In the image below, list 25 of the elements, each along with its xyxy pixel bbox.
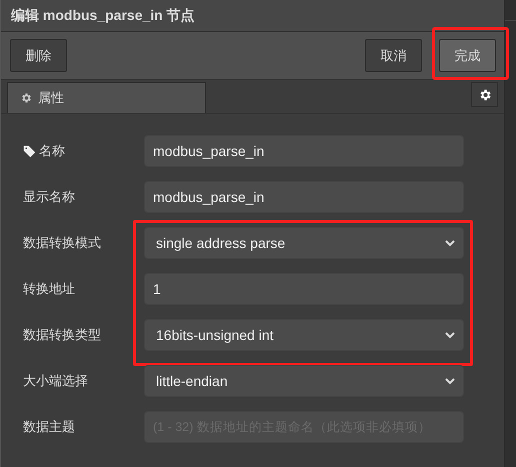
settings-icon (478, 88, 492, 102)
field-label: 数据转换模式 (23, 234, 101, 252)
input-field[interactable]: 1 (144, 273, 464, 305)
field-label: 显示名称 (23, 188, 75, 206)
select-field[interactable]: single address parse (144, 227, 464, 259)
field-label: 大小端选择 (23, 372, 88, 390)
input-field[interactable]: modbus_parse_in (144, 181, 464, 213)
settings-button[interactable] (471, 82, 498, 107)
dialog-title: 编辑 modbus_parse_in 节点 (1, 0, 504, 32)
chevron-down-icon (445, 378, 455, 384)
field-label: 数据转换类型 (23, 326, 101, 344)
field-label: 数据主题 (23, 418, 75, 436)
gear-icon (20, 92, 32, 104)
chevron-down-icon (445, 332, 455, 338)
field-label: 转换地址 (23, 280, 75, 298)
field-label: 名称 (39, 142, 65, 160)
select-field[interactable]: 16bits-unsigned int (144, 319, 464, 351)
done-button[interactable]: 完成 (439, 39, 496, 72)
toolbar-button[interactable]: 取消 (365, 39, 422, 72)
input-field[interactable]: modbus_parse_in (144, 135, 464, 167)
tab[interactable]: 属性 (7, 82, 206, 113)
chevron-down-icon (445, 240, 455, 246)
toolbar-button[interactable]: 删除 (10, 39, 67, 72)
select-field[interactable]: little-endian (144, 365, 464, 397)
tag-icon (23, 144, 36, 158)
